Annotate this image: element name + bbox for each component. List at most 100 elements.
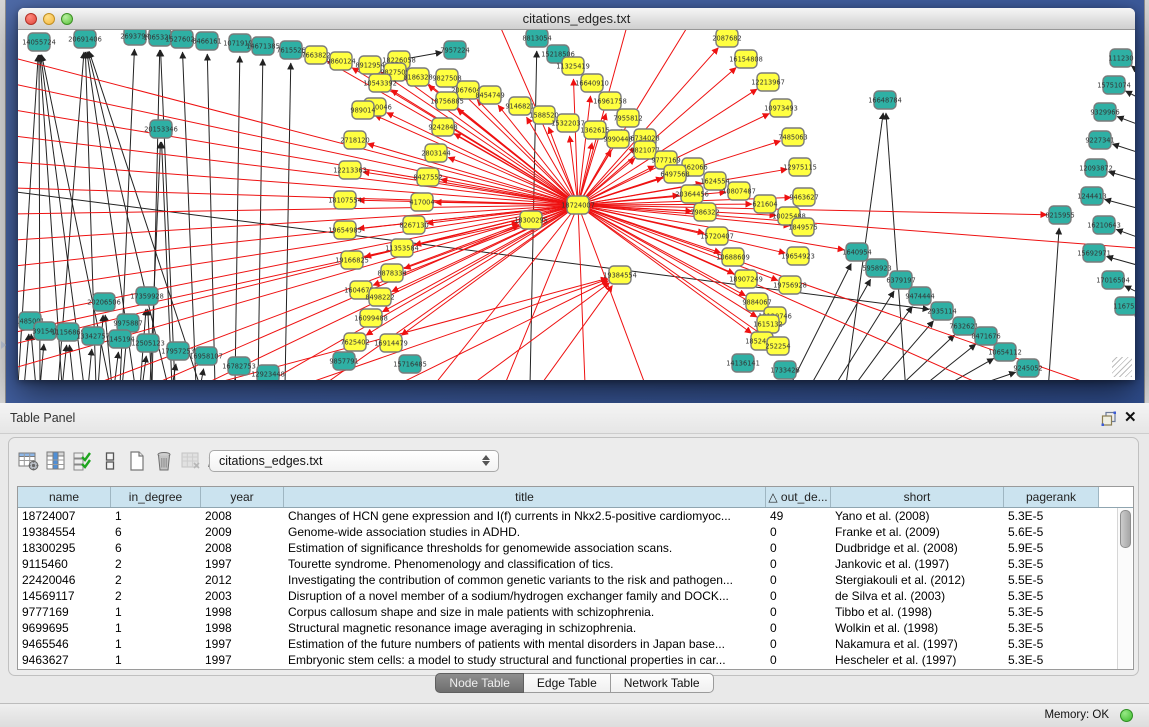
graph-node[interactable]: 8813054 — [522, 30, 551, 47]
graph-node[interactable]: 9860124 — [326, 52, 355, 70]
show-columns-icon[interactable] — [44, 449, 68, 473]
graph-node[interactable]: 16914479 — [374, 334, 408, 352]
window-minimize-button[interactable] — [43, 13, 55, 25]
network-window-titlebar[interactable]: citations_edges.txt — [18, 8, 1135, 30]
graph-node[interactable]: 9329966 — [1090, 103, 1119, 121]
table-row[interactable]: 977716911998Corpus callosum shape and si… — [18, 604, 1133, 620]
graph-node[interactable]: 1615132 — [753, 315, 782, 333]
graph-node[interactable]: 2803144 — [421, 144, 450, 162]
column-header-out_de[interactable]: △ out_de... — [766, 487, 831, 507]
graph-node[interactable]: 9474444 — [905, 287, 934, 305]
graph-node[interactable]: 7625402 — [340, 333, 369, 351]
graph-node[interactable]: 15692971 — [1077, 244, 1111, 262]
graph-node[interactable]: 116753 — [1113, 297, 1135, 315]
tab-node-table[interactable]: Node Table — [435, 673, 524, 693]
graph-node[interactable]: 2087682 — [712, 30, 741, 47]
graph-node[interactable]: 1244413 — [1077, 187, 1106, 205]
tab-edge-table[interactable]: Edge Table — [524, 673, 611, 693]
graph-node[interactable]: 19654985 — [328, 221, 362, 239]
column-header-pagerank[interactable]: pagerank — [1004, 487, 1099, 507]
graph-node[interactable]: 6497568 — [660, 165, 689, 183]
graph-node[interactable]: 12923448 — [251, 365, 285, 380]
column-header-name[interactable]: name — [18, 487, 111, 507]
graph-node[interactable]: 12093872 — [1079, 159, 1113, 177]
close-panel-icon[interactable]: ✕ — [1124, 410, 1139, 426]
clear-selection-icon[interactable] — [98, 449, 122, 473]
graph-node[interactable]: 16648784 — [868, 91, 902, 109]
column-header-short[interactable]: short — [831, 487, 1004, 507]
graph-node[interactable]: 16154808 — [729, 50, 763, 68]
graph-node[interactable]: 14136141 — [726, 354, 760, 372]
graph-node[interactable]: 6379197 — [886, 271, 915, 289]
graph-node[interactable]: 8215955 — [1045, 206, 1074, 224]
graph-node[interactable]: 6466161 — [192, 32, 221, 50]
graph-node[interactable]: 111230 — [1108, 49, 1133, 67]
table-row[interactable]: 1938455462009Genome-wide association stu… — [18, 524, 1133, 540]
graph-node[interactable]: 8498222 — [365, 288, 394, 306]
graph-node[interactable]: 5958923 — [862, 259, 891, 277]
graph-node[interactable]: 989014 — [350, 101, 375, 119]
select-all-columns-icon[interactable] — [71, 449, 95, 473]
graph-node[interactable]: 16961758 — [593, 92, 627, 110]
tab-network-table[interactable]: Network Table — [611, 673, 714, 693]
graph-node[interactable]: 417004 — [409, 193, 434, 211]
graph-node[interactable]: 2718120 — [340, 131, 369, 149]
float-window-icon[interactable] — [1101, 411, 1117, 427]
window-resize-grip[interactable] — [1112, 357, 1132, 377]
graph-node[interactable]: 9990448 — [603, 130, 632, 148]
scrollbar-thumb[interactable] — [1120, 510, 1131, 548]
graph-node[interactable]: 19756928 — [773, 276, 807, 294]
delete-rows-icon[interactable] — [152, 449, 176, 473]
table-row[interactable]: 1830029562008Estimation of significance … — [18, 540, 1133, 556]
graph-node[interactable]: 20153346 — [144, 120, 178, 138]
graph-node[interactable]: 8878334 — [377, 264, 406, 282]
graph-node[interactable]: 9245052 — [1013, 359, 1042, 377]
graph-node[interactable]: 621604 — [752, 195, 777, 213]
graph-node[interactable]: 8427552 — [413, 168, 442, 186]
graph-node[interactable]: 252254 — [765, 337, 790, 355]
graph-node[interactable]: 8454749 — [475, 86, 504, 104]
graph-node[interactable]: 17359928 — [130, 287, 164, 305]
graph-node[interactable]: 14055724 — [22, 33, 56, 51]
graph-node[interactable]: 16210643 — [1087, 216, 1121, 234]
graph-node[interactable]: 7955812 — [613, 109, 642, 127]
table-row[interactable]: 911546021997Tourette syndrome. Phenomeno… — [18, 556, 1133, 572]
graph-node[interactable]: 12213363 — [333, 161, 367, 179]
graph-node[interactable]: 7957224 — [440, 41, 469, 59]
table-row[interactable]: 946362711997Embryonic stem cells: a mode… — [18, 652, 1133, 668]
table-row[interactable]: 2242004622012Investigating the contribut… — [18, 572, 1133, 588]
graph-node[interactable]: 8267130 — [399, 216, 428, 234]
table-row[interactable]: 1872400712008Changes of HCN gene express… — [18, 508, 1133, 524]
graph-node[interactable]: 12975115 — [783, 158, 817, 176]
graph-node[interactable]: 7485063 — [778, 128, 807, 146]
graph-node[interactable]: 20691406 — [68, 30, 102, 48]
table-row[interactable]: 946554611997Estimation of the future num… — [18, 636, 1133, 652]
graph-node[interactable]: 9242848 — [428, 118, 457, 136]
column-header-in_degree[interactable]: in_degree — [111, 487, 201, 507]
delete-table-icon[interactable] — [179, 449, 203, 473]
vertical-scrollbar[interactable] — [1117, 508, 1132, 669]
graph-node[interactable]: 20206506 — [87, 293, 121, 311]
graph-node[interactable]: 19654923 — [781, 247, 815, 265]
graph-node[interactable]: 18107554 — [328, 191, 362, 209]
citation-network-graph[interactable]: 1872400714055724206914062693794106532871… — [18, 30, 1135, 380]
graph-node[interactable]: 1849575 — [788, 218, 817, 236]
graph-node[interactable]: 8186328 — [403, 68, 432, 86]
network-canvas[interactable]: 1872400714055724206914062693794106532871… — [18, 30, 1135, 380]
graph-node[interactable]: 12213967 — [751, 73, 785, 91]
graph-node[interactable]: 11353584 — [385, 239, 419, 257]
graph-node[interactable]: 1640954 — [842, 243, 871, 261]
graph-node[interactable]: 8471676 — [971, 327, 1000, 345]
column-header-title[interactable]: title — [284, 487, 766, 507]
table-selector-dropdown[interactable]: citations_edges.txt — [209, 450, 499, 472]
graph-node[interactable]: 7986322 — [690, 203, 719, 221]
graph-node[interactable]: 12505123 — [131, 334, 165, 352]
graph-node[interactable]: 1733426 — [770, 361, 799, 379]
graph-node[interactable]: 2935114 — [927, 302, 956, 320]
graph-node[interactable]: 9463627 — [789, 188, 818, 206]
new-file-icon[interactable] — [125, 449, 149, 473]
graph-node[interactable]: 19166825 — [335, 251, 369, 269]
panel-collapse-arrow-icon[interactable] — [1, 341, 6, 349]
graph-node[interactable]: 16640910 — [575, 74, 609, 92]
window-zoom-button[interactable] — [61, 13, 73, 25]
